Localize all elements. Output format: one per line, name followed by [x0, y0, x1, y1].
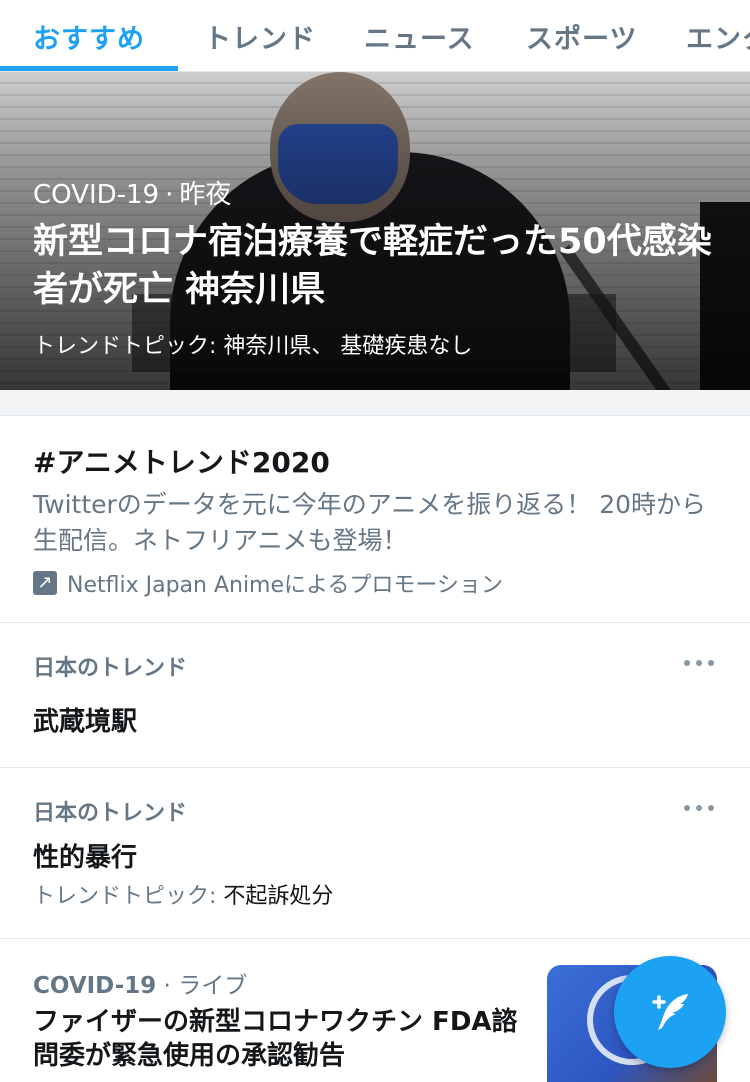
hero-meta: COVID-19 · 昨夜 [33, 180, 232, 210]
trend-topic-value[interactable]: 不起訴処分 [223, 884, 333, 909]
divider [0, 622, 750, 623]
tab-news[interactable]: ニュース [364, 0, 475, 71]
more-options-icon[interactable] [684, 658, 714, 668]
hero-time: 昨夜 [179, 180, 232, 210]
explore-tab-bar: おすすめ トレンド ニュース スポーツ エンタ [0, 0, 750, 72]
news-category: COVID-19 [33, 973, 157, 999]
trend-topic-prefix: トレンドトピック: [33, 884, 224, 909]
hero-trending-topics: トレンドトピック: 神奈川県、 基礎疾患なし [33, 328, 472, 360]
trend-location-label: 日本のトレンド [33, 801, 188, 826]
hero-news-card[interactable]: COVID-19 · 昨夜 新型コロナ宿泊療養で軽症だった50代感染者が死亡 神奈川… [0, 72, 750, 390]
trend-topic: トレンドトピック: 不起訴処分 [33, 878, 333, 910]
trend-name[interactable]: 武蔵境駅 [33, 701, 137, 738]
trend-name[interactable]: 性的暴行 [33, 837, 137, 874]
tab-recommended[interactable]: おすすめ [33, 0, 145, 71]
hero-headline[interactable]: 新型コロナ宿泊療養で軽症だった50代感染者が死亡 神奈川県 [33, 218, 723, 314]
promoted-by-label: Netflix Japan Animeによるプロモーション [67, 573, 503, 598]
news-time: ライブ [178, 973, 248, 999]
active-tab-indicator [0, 66, 178, 71]
hero-topic-values[interactable]: 神奈川県、 基礎疾患なし [223, 334, 472, 359]
tab-trending[interactable]: トレンド [204, 0, 316, 71]
news-meta: COVID-19 · ライブ [33, 973, 248, 999]
divider [0, 767, 750, 768]
hero-topic-prefix: トレンドトピック: [33, 334, 224, 359]
compose-tweet-icon [652, 994, 688, 1030]
compose-tweet-button[interactable] [614, 956, 726, 1068]
more-options-icon[interactable] [684, 803, 714, 813]
news-headline[interactable]: ファイザーの新型コロナワクチン FDA諮問委が緊急使用の承認勧告 [33, 1005, 533, 1073]
promoted-arrow-icon: ↗ [33, 571, 57, 595]
trend-location-label: 日本のトレンド [33, 656, 188, 681]
hero-category: COVID-19 [33, 180, 160, 210]
tab-entertainment[interactable]: エンタ [686, 0, 750, 71]
promoted-trend-description: Twitterのデータを元に今年のアニメを振り返る！ 20時から生配信。ネトフリ… [33, 490, 707, 555]
section-gap [0, 390, 750, 416]
promoted-trend-title[interactable]: #アニメトレンド2020 [33, 441, 330, 481]
divider [0, 938, 750, 939]
tab-sports[interactable]: スポーツ [526, 0, 637, 71]
promoted-by-line: ↗ Netflix Japan Animeによるプロモーション [33, 567, 503, 599]
